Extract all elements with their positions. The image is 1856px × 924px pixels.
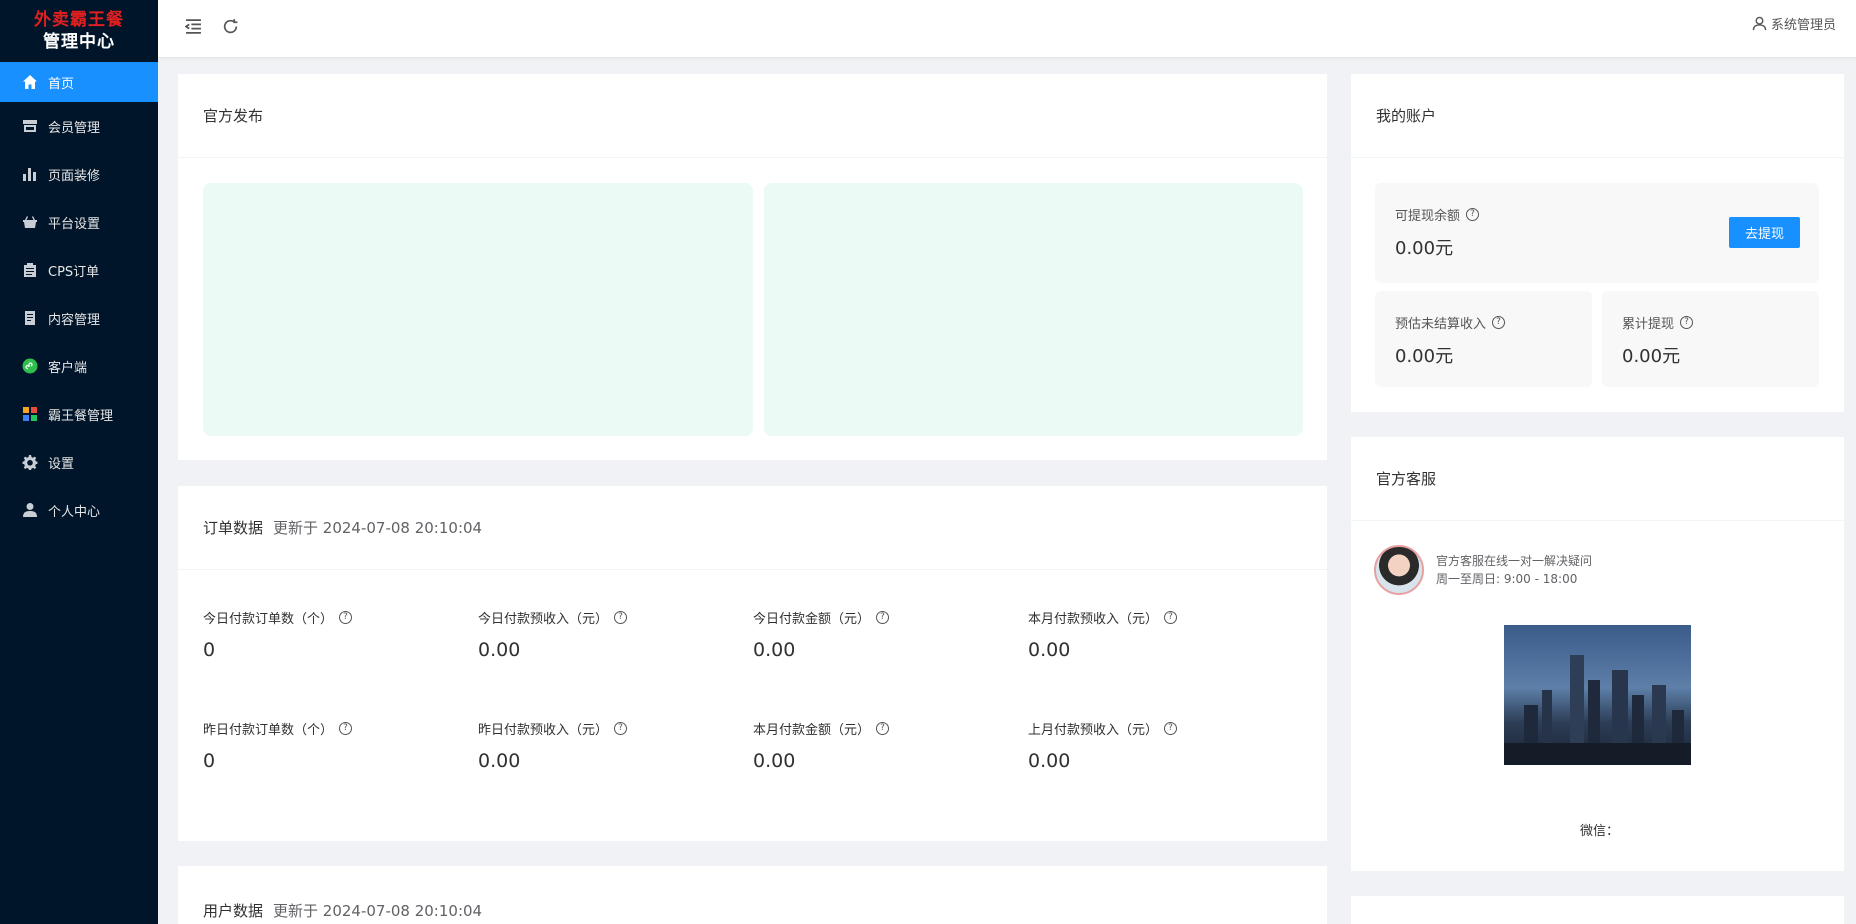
stat-month-pre-income: 本月付款预收入（元）? 0.00 (1028, 608, 1178, 661)
sidebar-item-members[interactable]: 会员管理 (0, 102, 158, 150)
stat-last-month-pre-income: 上月付款预收入（元）? 0.00 (1028, 719, 1178, 772)
total-withdrawn-box: 累计提现? 0.00元 (1602, 291, 1819, 387)
stat-yesterday-pre-income: 昨日付款预收入（元）? 0.00 (478, 719, 628, 772)
sidebar-item-cps-orders[interactable]: CPS订单 (0, 246, 158, 294)
total-withdrawn: 0.00元 (1622, 346, 1681, 367)
card-title: 官方客服 (1351, 437, 1844, 521)
unsettled-income-box: 预估未结算收入? 0.00元 (1375, 291, 1592, 387)
store-icon (22, 118, 38, 134)
sidebar-item-label: 会员管理 (48, 120, 101, 136)
withdraw-button[interactable]: 去提现 (1729, 217, 1800, 248)
user-menu[interactable]: 系统管理员 (1752, 14, 1836, 33)
help-icon[interactable]: ? (1466, 208, 1480, 221)
sidebar-item-profile[interactable]: 个人中心 (0, 486, 158, 534)
stat-today-amount: 今日付款金额（元）? 0.00 (753, 608, 890, 661)
sidebar-item-label: 客户端 (48, 360, 88, 376)
help-icon[interactable]: ? (1492, 316, 1506, 329)
sidebar-item-label: 平台设置 (48, 216, 101, 232)
avatar (1374, 545, 1424, 595)
sidebar: 外卖霸王餐 管理中心 首页 会员管理 页面装修 平台设置 CPS订单 内容管理 … (0, 0, 158, 924)
sidebar-item-label: 页面装修 (48, 168, 101, 184)
withdrawable-balance: 0.00元 (1395, 238, 1454, 259)
card-title: 订单数据 更新于 2024-07-08 20:10:04 (178, 486, 1327, 570)
sidebar-item-platform-settings[interactable]: 平台设置 (0, 198, 158, 246)
brand-title-line2: 管理中心 (43, 32, 115, 52)
apps-icon (22, 406, 38, 422)
mini-program-icon (22, 358, 38, 374)
unsettled-income: 0.00元 (1395, 346, 1454, 367)
help-icon[interactable]: ? (614, 611, 628, 624)
sidebar-item-label: CPS订单 (48, 264, 100, 280)
help-icon[interactable]: ? (1164, 611, 1178, 624)
wechat-label: 微信： (1580, 824, 1620, 839)
stat-today-orders: 今日付款订单数（个）? 0 (203, 608, 353, 661)
sidebar-item-label: 个人中心 (48, 504, 101, 520)
user-icon (1752, 16, 1767, 31)
stat-today-pre-income: 今日付款预收入（元）? 0.00 (478, 608, 628, 661)
sidebar-item-label: 霸王餐管理 (48, 408, 114, 424)
brand-logo: 外卖霸王餐 管理中心 (0, 0, 158, 62)
help-icon[interactable]: ? (339, 722, 353, 735)
stat-yesterday-orders: 昨日付款订单数（个）? 0 (203, 719, 353, 772)
refresh-icon (223, 18, 237, 33)
service-description: 官方客服在线一对一解决疑问 (1436, 554, 1593, 568)
collapse-menu-button[interactable] (183, 16, 203, 36)
updated-time: 更新于 2024-07-08 20:10:04 (273, 519, 483, 537)
top-header: 系统管理员 (158, 0, 1856, 57)
stat-month-amount: 本月付款金额（元）? 0.00 (753, 719, 890, 772)
sidebar-item-free-meal[interactable]: 霸王餐管理 (0, 390, 158, 438)
sidebar-item-label: 内容管理 (48, 312, 101, 328)
indent-icon (184, 18, 201, 34)
clipboard-icon (22, 262, 38, 278)
sidebar-item-content[interactable]: 内容管理 (0, 294, 158, 342)
help-icon[interactable]: ? (876, 722, 890, 735)
help-icon[interactable]: ? (1164, 722, 1178, 735)
service-qr-image (1504, 625, 1691, 765)
official-release-banner-2[interactable] (764, 183, 1303, 436)
sidebar-item-page-design[interactable]: 页面装修 (0, 150, 158, 198)
basket-icon (22, 214, 38, 230)
bar-chart-icon (22, 166, 38, 182)
help-icon[interactable]: ? (339, 611, 353, 624)
help-icon[interactable]: ? (614, 722, 628, 735)
sidebar-item-label: 首页 (48, 76, 75, 92)
official-release-banner-1[interactable] (203, 183, 753, 436)
sidebar-item-settings[interactable]: 设置 (0, 438, 158, 486)
extra-card (1351, 896, 1844, 924)
gear-icon (22, 454, 38, 470)
home-icon (22, 74, 38, 90)
updated-time: 更新于 2024-07-08 20:10:04 (273, 902, 483, 920)
refresh-button[interactable] (220, 16, 240, 36)
service-agent: 官方客服在线一对一解决疑问 周一至周日: 9:00 - 18:00 (1374, 545, 1592, 595)
service-hours: 周一至周日: 9:00 - 18:00 (1436, 572, 1578, 586)
card-title: 用户数据 更新于 2024-07-08 20:10:04 (203, 902, 483, 920)
sidebar-item-home[interactable]: 首页 (0, 62, 158, 102)
help-icon[interactable]: ? (876, 611, 890, 624)
card-title: 官方发布 (178, 74, 1327, 158)
sidebar-item-label: 设置 (48, 456, 75, 472)
user-data-card: 用户数据 更新于 2024-07-08 20:10:04 (178, 866, 1327, 924)
sidebar-item-client[interactable]: 客户端 (0, 342, 158, 390)
order-data-card: 订单数据 更新于 2024-07-08 20:10:04 (178, 486, 1327, 841)
help-icon[interactable]: ? (1680, 316, 1694, 329)
document-icon (22, 310, 38, 326)
brand-title-line1: 外卖霸王餐 (34, 10, 124, 30)
user-name: 系统管理员 (1770, 18, 1836, 33)
user-icon (22, 502, 38, 518)
card-title: 我的账户 (1351, 74, 1844, 158)
